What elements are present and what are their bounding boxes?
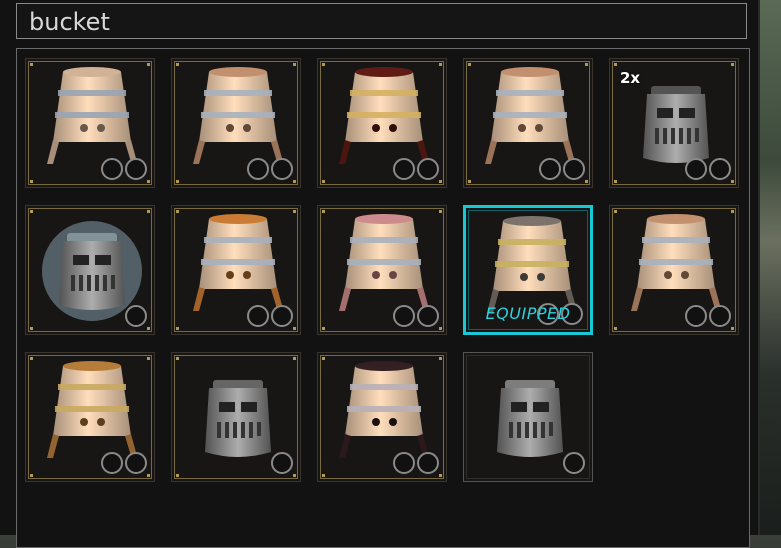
inventory-slot-helm[interactable] — [25, 205, 155, 335]
slot-frame — [28, 208, 152, 332]
indicator-circle-icon — [393, 452, 415, 474]
slot-indicators — [101, 158, 147, 180]
indicator-circle-icon — [539, 158, 561, 180]
indicator-circle-icon — [247, 158, 269, 180]
slot-frame — [466, 355, 590, 479]
inventory-slot-helm[interactable]: 2x — [609, 58, 739, 188]
indicator-circle-icon — [563, 158, 585, 180]
inventory-slot-bucket[interactable] — [25, 352, 155, 482]
indicator-circle-icon — [709, 305, 731, 327]
slot-indicators — [393, 452, 439, 474]
slot-indicators — [539, 158, 585, 180]
inventory-slot-bucket[interactable] — [171, 58, 301, 188]
slot-indicators — [563, 452, 585, 474]
slot-frame: 2x — [612, 61, 736, 185]
inventory-panel: bucket 2x EQUIPPED — [0, 0, 760, 548]
indicator-circle-icon — [393, 158, 415, 180]
indicator-circle-icon — [271, 452, 293, 474]
indicator-circle-icon — [685, 305, 707, 327]
slot-indicators — [685, 158, 731, 180]
slot-indicators — [271, 452, 293, 474]
indicator-circle-icon — [393, 305, 415, 327]
slot-frame — [174, 208, 298, 332]
indicator-circle-icon — [247, 305, 269, 327]
item-grid[interactable]: 2x EQUIPPED — [16, 48, 750, 548]
slot-frame — [28, 355, 152, 479]
inventory-slot-bucket[interactable] — [317, 352, 447, 482]
indicator-circle-icon — [125, 452, 147, 474]
slot-indicators — [101, 452, 147, 474]
indicator-circle-icon — [101, 452, 123, 474]
slot-indicators — [247, 305, 293, 327]
slot-frame — [320, 208, 444, 332]
inventory-slot-bucket[interactable]: EQUIPPED — [463, 205, 593, 335]
indicator-circle-icon — [125, 305, 147, 327]
indicator-circle-icon — [125, 158, 147, 180]
slot-frame — [320, 355, 444, 479]
inventory-slot-bucket[interactable] — [317, 58, 447, 188]
indicator-circle-icon — [417, 158, 439, 180]
slot-indicators — [393, 158, 439, 180]
slot-indicators — [125, 305, 147, 327]
slot-frame — [466, 61, 590, 185]
indicator-circle-icon — [417, 452, 439, 474]
slot-frame — [174, 355, 298, 479]
slot-indicators — [393, 305, 439, 327]
indicator-circle-icon — [417, 305, 439, 327]
slot-frame — [320, 61, 444, 185]
inventory-slot-helm[interactable] — [171, 352, 301, 482]
inventory-slot-helm[interactable] — [463, 352, 593, 482]
indicator-circle-icon — [685, 158, 707, 180]
equipped-label: EQUIPPED — [485, 304, 571, 323]
inventory-slot-bucket[interactable] — [171, 205, 301, 335]
indicator-circle-icon — [709, 158, 731, 180]
search-input-value: bucket — [29, 8, 110, 36]
slot-frame — [28, 61, 152, 185]
inventory-slot-bucket[interactable] — [463, 58, 593, 188]
inventory-slot-bucket[interactable] — [317, 205, 447, 335]
stack-count: 2x — [620, 69, 641, 87]
slot-frame — [612, 208, 736, 332]
slot-frame — [174, 61, 298, 185]
inventory-slot-bucket[interactable] — [25, 58, 155, 188]
slot-indicators — [685, 305, 731, 327]
inventory-slot-bucket[interactable] — [609, 205, 739, 335]
slot-frame: EQUIPPED — [468, 210, 588, 330]
search-input[interactable]: bucket — [16, 3, 747, 39]
indicator-circle-icon — [271, 305, 293, 327]
indicator-circle-icon — [101, 158, 123, 180]
indicator-circle-icon — [271, 158, 293, 180]
indicator-circle-icon — [563, 452, 585, 474]
slot-indicators — [247, 158, 293, 180]
